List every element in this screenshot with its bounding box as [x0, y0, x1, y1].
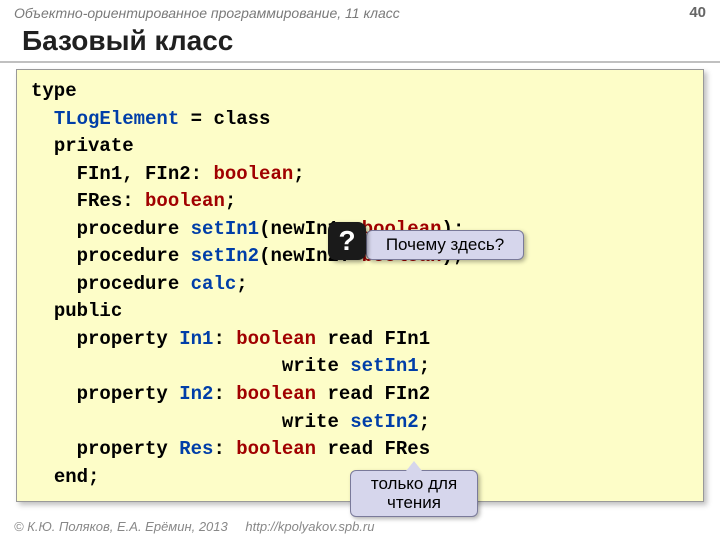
footer-copyright: © К.Ю. Поляков, Е.А. Ерёмин, 2013 — [14, 519, 228, 534]
code-property: property — [77, 328, 180, 350]
code-semi: ; — [419, 355, 430, 377]
code-setin2: setIn2 — [350, 411, 418, 433]
code-property: property — [77, 383, 180, 405]
code-res: Res — [179, 438, 213, 460]
code-bool: boolean — [213, 163, 293, 185]
code-bool: boolean — [145, 190, 225, 212]
question-icon: ? — [328, 222, 366, 260]
code-block: type TLogElement = class private FIn1, F… — [16, 69, 704, 502]
code-semi: ; — [293, 163, 304, 185]
title-underline — [0, 61, 720, 63]
code-setin2: setIn2 — [191, 245, 259, 267]
code-semi: ; — [419, 411, 430, 433]
callout-readonly: только для чтения — [350, 470, 478, 517]
code-in1: In1 — [179, 328, 213, 350]
footer: © К.Ю. Поляков, Е.А. Ерёмин, 2013 http:/… — [14, 519, 374, 534]
code-fin-decl: FIn1, FIn2: — [77, 163, 214, 185]
code-classname: TLogElement — [54, 108, 179, 130]
code-bool: boolean — [236, 383, 316, 405]
code-colon: : — [213, 383, 236, 405]
code-proc: procedure — [77, 218, 191, 240]
code-read: read FRes — [316, 438, 430, 460]
code-fres-decl: FRes: — [77, 190, 145, 212]
course-name: Объектно-ориентированное программировани… — [14, 5, 400, 21]
code-bool: boolean — [236, 328, 316, 350]
page-number: 40 — [689, 4, 706, 21]
code-colon: : — [213, 438, 236, 460]
header-bar: Объектно-ориентированное программировани… — [0, 0, 720, 23]
code-calc: calc — [191, 273, 237, 295]
slide-title: Базовый класс — [0, 23, 720, 61]
code-end: end; — [54, 466, 100, 488]
code-setin1: setIn1 — [350, 355, 418, 377]
code-read: read FIn1 — [316, 328, 430, 350]
code-kw-private: private — [54, 135, 134, 157]
code-proc: procedure — [77, 245, 191, 267]
code-colon: : — [213, 328, 236, 350]
code-proc: procedure — [77, 273, 191, 295]
code-semi: ; — [236, 273, 247, 295]
code-bool: boolean — [236, 438, 316, 460]
footer-url: http://kpolyakov.spb.ru — [245, 519, 374, 534]
code-write: write — [282, 355, 350, 377]
code-kw-type: type — [31, 80, 77, 102]
code-read: read FIn2 — [316, 383, 430, 405]
code-setin1: setIn1 — [191, 218, 259, 240]
code-eq-class: = class — [179, 108, 270, 130]
code-property: property — [77, 438, 180, 460]
code-write: write — [282, 411, 350, 433]
code-in2: In2 — [179, 383, 213, 405]
code-kw-public: public — [54, 300, 122, 322]
callout-why-here: Почему здесь? — [366, 230, 524, 260]
code-semi: ; — [225, 190, 236, 212]
